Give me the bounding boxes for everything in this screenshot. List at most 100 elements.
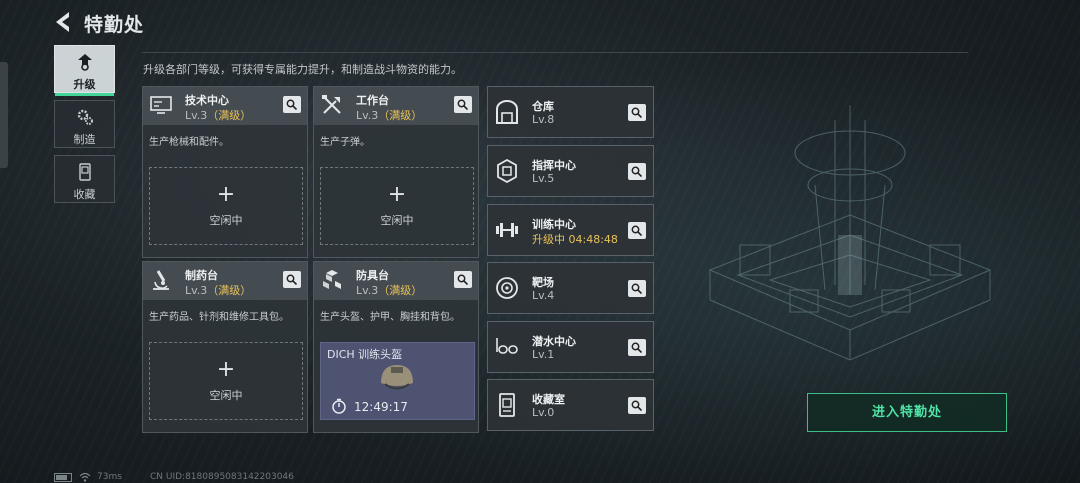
facility-name: 技术中心: [185, 94, 229, 107]
facility-card-tech-center[interactable]: 技术中心 Lv.3（满级） 生产枪械和配件。 + 空闲中: [142, 86, 308, 258]
warehouse-icon: [496, 100, 518, 124]
add-icon: +: [216, 357, 236, 382]
facility-level: Lv.5: [532, 172, 555, 185]
facility-name: 潜水中心: [532, 335, 576, 348]
crafting-slot[interactable]: DICH 训练头盔 12:49:17: [320, 342, 475, 420]
gears-icon: [77, 109, 93, 125]
search-icon: [286, 99, 297, 110]
wifi-icon: [79, 472, 91, 482]
card-header: 防具台 Lv.3（满级）: [314, 262, 478, 300]
facility-name: 制药台: [185, 269, 218, 282]
tab-collection[interactable]: 收藏: [54, 155, 115, 203]
upgrade-status: 升级中 04:48:48: [532, 233, 618, 246]
collection-icon: [78, 163, 91, 181]
timer-icon: [332, 398, 346, 414]
facility-row-collection-room[interactable]: 收藏室 Lv.0: [487, 379, 654, 431]
idle-slot[interactable]: + 空闲中: [320, 167, 474, 245]
microscope-icon: [153, 270, 169, 290]
computer-icon: [150, 96, 172, 114]
idle-slot[interactable]: + 空闲中: [149, 167, 303, 245]
facility-level: Lv.3（满级）: [185, 284, 252, 297]
battery-icon: [54, 473, 72, 482]
inspect-button[interactable]: [454, 96, 472, 113]
facility-level: Lv.8: [532, 113, 555, 126]
enter-base-button[interactable]: 进入特勤处: [807, 393, 1007, 432]
card-header: 制药台 Lv.3（满级）: [143, 262, 307, 300]
tools-icon: [322, 95, 341, 114]
display-case-icon: [499, 393, 515, 417]
facility-level: Lv.3（满级）: [185, 109, 252, 122]
inspect-button[interactable]: [454, 271, 472, 288]
inspect-button[interactable]: [283, 271, 301, 288]
facility-name: 指挥中心: [532, 159, 576, 172]
upgrade-icon: [77, 54, 92, 71]
facility-description: 生产子弹。: [320, 137, 370, 148]
chip-icon: [497, 158, 517, 184]
facility-level: Lv.3（满级）: [356, 284, 423, 297]
facility-description: 生产枪械和配件。: [149, 137, 229, 148]
facility-name: 收藏室: [532, 393, 565, 406]
intro-text: 升级各部门等级，可获得专属能力提升，和制造战斗物资的能力。: [143, 63, 462, 76]
search-icon: [286, 274, 297, 285]
facility-name: 训练中心: [532, 218, 576, 231]
card-header: 技术中心 Lv.3（满级）: [143, 87, 307, 125]
tab-label: 制造: [73, 133, 96, 146]
tab-label: 升级: [73, 78, 96, 91]
facility-level: Lv.1: [532, 348, 555, 361]
enter-base-label: 进入特勤处: [871, 405, 942, 420]
facility-level: Lv.3（满级）: [356, 109, 423, 122]
inspect-button[interactable]: [628, 339, 646, 356]
search-icon: [631, 225, 642, 236]
slot-status: 空闲中: [209, 389, 243, 402]
user-uid: CN UID:8180895083142203046: [150, 472, 294, 482]
facility-level: Lv.4: [532, 289, 555, 302]
facility-row-warehouse[interactable]: 仓库 Lv.8: [487, 86, 654, 138]
search-icon: [457, 99, 468, 110]
search-icon: [631, 107, 642, 118]
facility-card-armor-bench[interactable]: 防具台 Lv.3（满级） 生产头盔、护甲、胸挂和背包。 DICH 训练头盔 12…: [313, 261, 479, 433]
inspect-button[interactable]: [628, 280, 646, 297]
search-icon: [631, 400, 642, 411]
tab-label: 收藏: [73, 188, 96, 201]
tab-upgrade[interactable]: 升级: [54, 45, 115, 96]
facility-row-training-center[interactable]: 训练中心 升级中 04:48:48: [487, 204, 654, 256]
add-icon: +: [216, 182, 236, 207]
crafting-item-name: DICH 训练头盔: [327, 348, 403, 361]
facility-name: 工作台: [356, 94, 389, 107]
search-icon: [631, 342, 642, 353]
search-icon: [457, 274, 468, 285]
facility-name: 靶场: [532, 276, 554, 289]
inspect-button[interactable]: [628, 163, 646, 180]
search-icon: [631, 166, 642, 177]
search-icon: [631, 283, 642, 294]
slot-status: 空闲中: [380, 214, 414, 227]
dumbbell-icon: [496, 223, 518, 237]
page-title: 特勤处: [84, 14, 145, 36]
tab-crafting[interactable]: 制造: [54, 100, 115, 148]
boxes-icon: [323, 270, 341, 289]
back-icon[interactable]: [52, 10, 76, 34]
facility-card-pharmacy[interactable]: 制药台 Lv.3（满级） 生产药品、针剂和维修工具包。 + 空闲中: [142, 261, 308, 433]
facility-description: 生产药品、针剂和维修工具包。: [149, 312, 289, 323]
facility-card-workbench[interactable]: 工作台 Lv.3（满级） 生产子弹。 + 空闲中: [313, 86, 479, 258]
add-icon: +: [387, 182, 407, 207]
facility-description: 生产头盔、护甲、胸挂和背包。: [320, 312, 460, 323]
facility-row-diving-center[interactable]: 潜水中心 Lv.1: [487, 321, 654, 373]
ping-readout: 73ms: [97, 472, 122, 482]
inspect-button[interactable]: [628, 104, 646, 121]
base-hologram-illustration: [708, 105, 992, 361]
facility-row-shooting-range[interactable]: 靶场 Lv.4: [487, 262, 654, 314]
facility-name: 防具台: [356, 269, 389, 282]
crafting-timer: 12:49:17: [354, 400, 408, 414]
edge-handle[interactable]: [0, 62, 8, 168]
inspect-button[interactable]: [283, 96, 301, 113]
inspect-button[interactable]: [628, 397, 646, 414]
divider: [142, 52, 968, 53]
goggles-icon: [496, 338, 518, 354]
target-icon: [496, 277, 518, 299]
facility-row-command-center[interactable]: 指挥中心 Lv.5: [487, 145, 654, 197]
inspect-button[interactable]: [628, 222, 646, 239]
idle-slot[interactable]: + 空闲中: [149, 342, 303, 420]
facility-name: 仓库: [532, 100, 554, 113]
helmet-icon: [381, 365, 413, 390]
